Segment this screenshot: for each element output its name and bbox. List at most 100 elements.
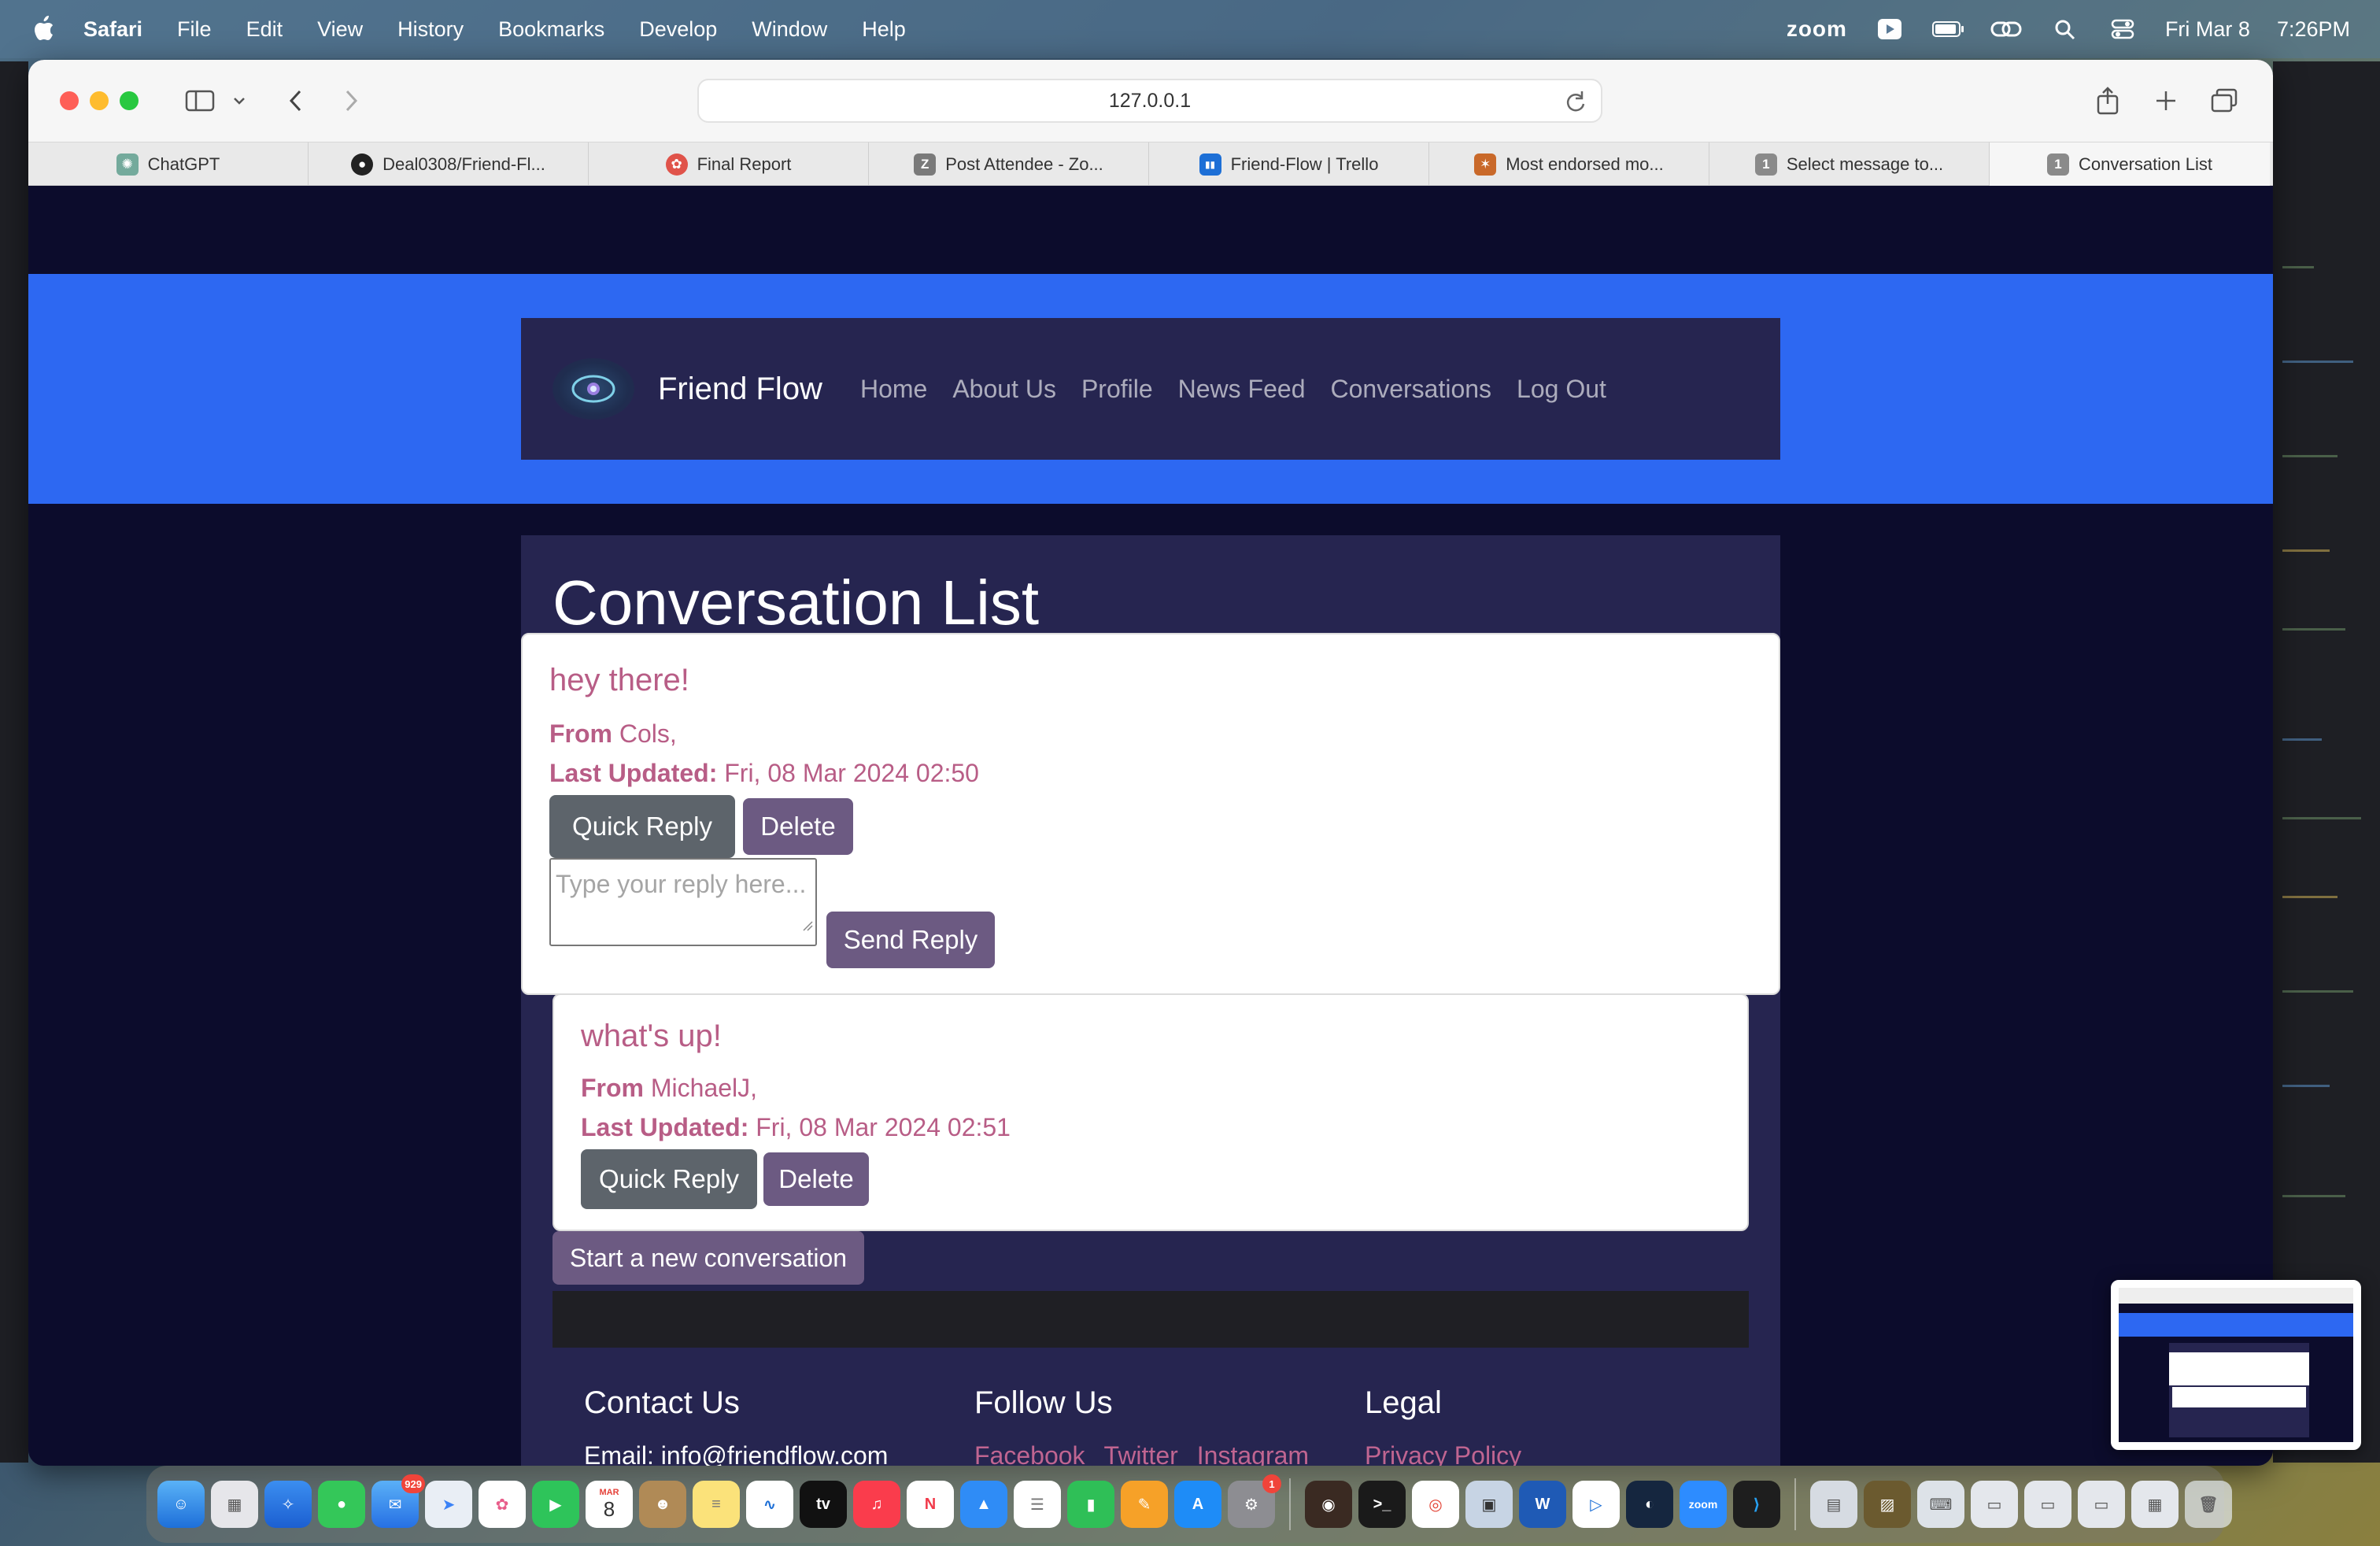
quick-reply-button[interactable]: Quick Reply xyxy=(581,1149,757,1209)
maps-icon[interactable]: ➤ xyxy=(425,1481,472,1528)
menu-window[interactable]: Window xyxy=(752,17,827,42)
reload-icon[interactable] xyxy=(1565,90,1587,119)
downloads-stack-icon[interactable]: ▤ xyxy=(1810,1481,1857,1528)
battery-icon[interactable] xyxy=(1931,17,1964,41)
menu-view[interactable]: View xyxy=(317,17,363,42)
trash-icon[interactable]: 🗑 xyxy=(2185,1481,2232,1528)
fullscreen-window-button[interactable] xyxy=(120,91,139,110)
zoom-status-label[interactable]: zoom xyxy=(1787,17,1847,42)
messages-icon[interactable]: ● xyxy=(318,1481,365,1528)
tab-zoom[interactable]: Z Post Attendee - Zo... xyxy=(869,142,1149,187)
menubar-time[interactable]: 7:26PM xyxy=(2277,17,2350,42)
mail-icon[interactable]: ✉ 929 xyxy=(371,1474,425,1528)
menu-bookmarks[interactable]: Bookmarks xyxy=(498,17,604,42)
system-settings-icon[interactable]: ⚙ 1 xyxy=(1228,1474,1281,1528)
music-icon[interactable]: ♫ xyxy=(853,1481,900,1528)
tab-final-report[interactable]: ✿ Final Report xyxy=(589,142,869,187)
photos-icon[interactable]: ✿ xyxy=(479,1481,526,1528)
tab-overview-icon[interactable] xyxy=(2208,83,2240,118)
game-app-icon[interactable]: ◉ xyxy=(1305,1481,1352,1528)
tab-github[interactable]: ● Deal0308/Friend-Fl... xyxy=(309,142,589,187)
nav-profile[interactable]: Profile xyxy=(1081,375,1153,404)
word-icon[interactable]: W xyxy=(1519,1481,1566,1528)
spreadsheet-window-icon[interactable]: ▦ xyxy=(2131,1481,2179,1528)
contacts-icon[interactable]: ☻ xyxy=(639,1481,686,1528)
back-icon[interactable] xyxy=(280,83,312,118)
from-label: From xyxy=(549,719,612,748)
zoom-app-icon[interactable]: zoom xyxy=(1680,1481,1727,1528)
control-center-icon[interactable] xyxy=(2107,17,2138,41)
tab-most-endorsed[interactable]: ✶ Most endorsed mo... xyxy=(1429,142,1709,187)
browser-window-icon[interactable]: ▭ xyxy=(2078,1481,2125,1528)
resize-grip-icon[interactable] xyxy=(802,903,813,942)
search-icon[interactable] xyxy=(2049,17,2080,41)
notes-icon[interactable]: ≡ xyxy=(693,1481,740,1528)
menu-edit[interactable]: Edit xyxy=(246,17,283,42)
terminal-icon[interactable]: >_ xyxy=(1358,1481,1406,1528)
document-window-icon[interactable]: ▭ xyxy=(2024,1481,2071,1528)
quick-reply-button[interactable]: Quick Reply xyxy=(549,795,735,858)
delete-button[interactable]: Delete xyxy=(763,1152,869,1206)
news-icon[interactable]: N xyxy=(907,1481,954,1528)
new-tab-icon[interactable] xyxy=(2150,83,2182,118)
steam-icon[interactable]: ◐ xyxy=(1626,1481,1673,1528)
footer-link-instagram[interactable]: Instagram xyxy=(1197,1441,1309,1466)
tab-chatgpt[interactable]: ✺ ChatGPT xyxy=(28,142,309,187)
nav-log-out[interactable]: Log Out xyxy=(1517,375,1606,404)
apple-menu-icon[interactable] xyxy=(31,16,55,43)
conversation-title[interactable]: what's up! xyxy=(581,1019,722,1054)
footer-link-facebook[interactable]: Facebook xyxy=(974,1441,1085,1466)
link-icon[interactable] xyxy=(1990,17,2022,41)
menubar-date[interactable]: Fri Mar 8 xyxy=(2165,17,2250,42)
app-store-icon[interactable]: A xyxy=(1174,1481,1221,1528)
address-bar[interactable]: 127.0.0.1 xyxy=(697,79,1602,123)
reminders-icon[interactable]: ☰ xyxy=(1014,1481,1061,1528)
chrome-icon[interactable]: ◎ xyxy=(1412,1481,1459,1528)
sidebar-toggle-icon[interactable] xyxy=(183,83,217,118)
vscode-icon[interactable]: ⟩ xyxy=(1733,1481,1780,1528)
tab-conversation-list[interactable]: 1 Conversation List xyxy=(1990,142,2270,187)
menu-help[interactable]: Help xyxy=(862,17,906,42)
media-player-icon[interactable]: ▷ xyxy=(1572,1481,1620,1528)
share-icon[interactable] xyxy=(2092,83,2123,118)
nav-about-us[interactable]: About Us xyxy=(952,375,1056,404)
footer-link-twitter[interactable]: Twitter xyxy=(1104,1441,1178,1466)
freeform-icon[interactable]: ∿ xyxy=(746,1481,793,1528)
safari-icon[interactable]: ✧ xyxy=(264,1481,312,1528)
tab-trello[interactable]: ▮▮ Friend-Flow | Trello xyxy=(1149,142,1429,187)
preview-icon[interactable]: ▣ xyxy=(1465,1481,1513,1528)
facetime-icon[interactable]: ▶ xyxy=(532,1481,579,1528)
menu-app-name[interactable]: Safari xyxy=(83,17,142,42)
image-stack-icon[interactable]: ▨ xyxy=(1864,1481,1911,1528)
footer-link-privacy-policy[interactable]: Privacy Policy xyxy=(1365,1441,1521,1466)
numbers-icon[interactable]: ▮ xyxy=(1067,1481,1114,1528)
nav-home[interactable]: Home xyxy=(860,375,927,404)
close-window-button[interactable] xyxy=(60,91,79,110)
forward-icon[interactable] xyxy=(335,83,367,118)
delete-button[interactable]: Delete xyxy=(743,798,853,855)
nav-news-feed[interactable]: News Feed xyxy=(1178,375,1306,404)
minimize-window-button[interactable] xyxy=(90,91,109,110)
finder-icon[interactable]: ☺ xyxy=(157,1481,205,1528)
reply-textarea[interactable]: Type your reply here... xyxy=(549,858,817,946)
keynote-icon[interactable]: ▲ xyxy=(960,1481,1007,1528)
start-new-conversation-button[interactable]: Start a new conversation xyxy=(552,1231,864,1285)
screen-share-icon[interactable] xyxy=(1874,17,1905,41)
menu-file[interactable]: File xyxy=(177,17,212,42)
pages-icon[interactable]: ✎ xyxy=(1121,1481,1168,1528)
brand-name[interactable]: Friend Flow xyxy=(658,372,822,407)
launchpad-icon[interactable]: ▦ xyxy=(211,1481,258,1528)
chevron-down-icon[interactable] xyxy=(230,83,249,118)
send-reply-button[interactable]: Send Reply xyxy=(826,912,995,968)
document-window-icon[interactable]: ▭ xyxy=(1971,1481,2018,1528)
nav-conversations[interactable]: Conversations xyxy=(1330,375,1491,404)
menu-develop[interactable]: Develop xyxy=(639,17,717,42)
conversation-title[interactable]: hey there! xyxy=(549,663,689,698)
menu-history[interactable]: History xyxy=(397,17,464,42)
apple-tv-icon[interactable]: tv xyxy=(800,1481,847,1528)
friend-flow-logo[interactable] xyxy=(552,358,634,420)
screen-share-thumbnail[interactable] xyxy=(2111,1280,2361,1450)
tab-select-message[interactable]: 1 Select message to... xyxy=(1709,142,1990,187)
calendar-icon[interactable]: MAR 8 xyxy=(586,1481,633,1528)
keyboard-window-icon[interactable]: ⌨ xyxy=(1917,1481,1964,1528)
